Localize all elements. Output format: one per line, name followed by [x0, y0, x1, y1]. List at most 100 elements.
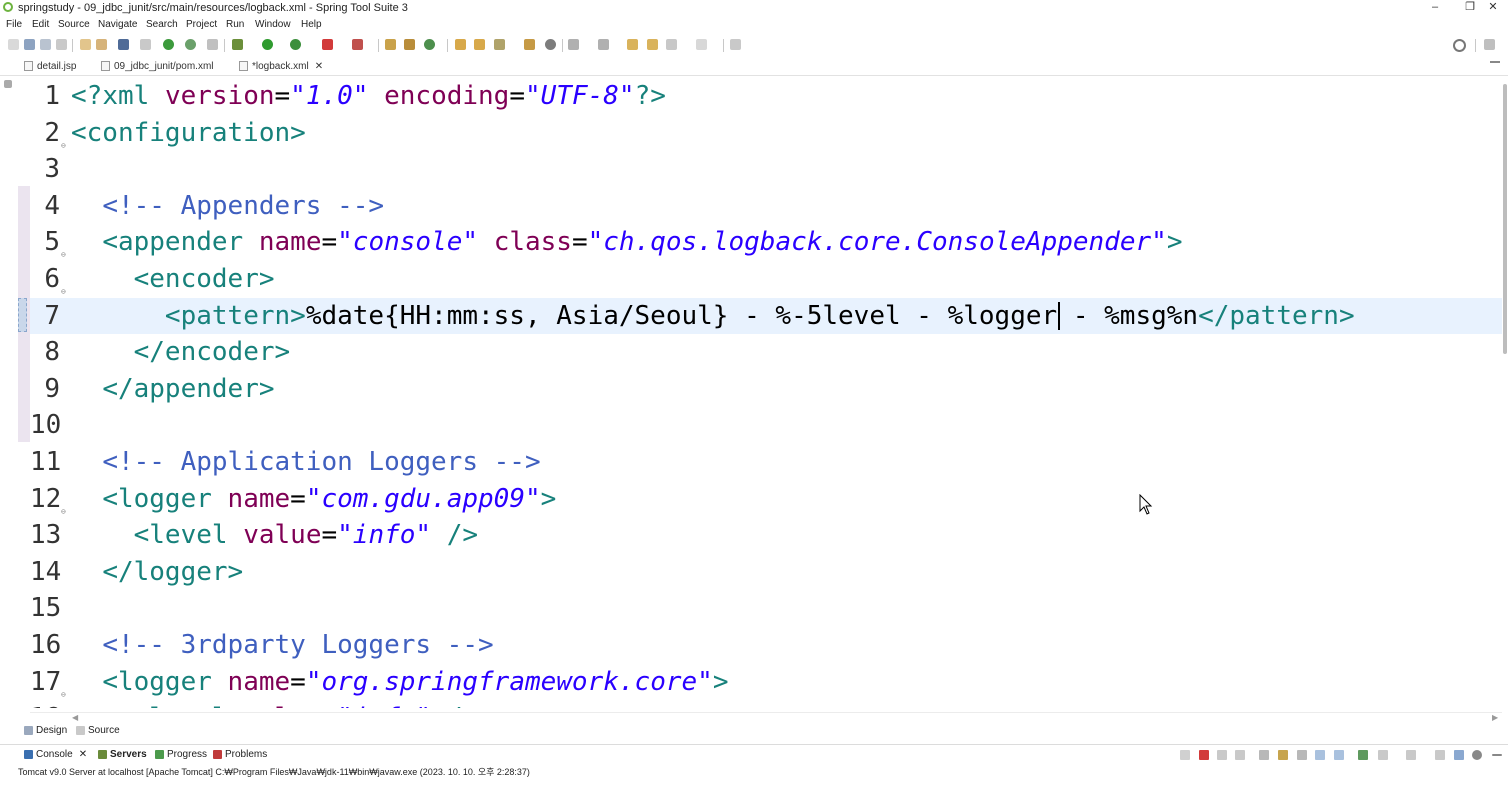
- toolbar-separator: [72, 39, 73, 52]
- scroll-right-icon[interactable]: ▶: [1492, 713, 1498, 722]
- scrollbar-thumb[interactable]: [1503, 84, 1507, 354]
- stop-icon[interactable]: [322, 39, 333, 50]
- tab-progress[interactable]: Progress: [155, 749, 207, 760]
- tab-problems[interactable]: Problems: [213, 749, 267, 760]
- menu-window[interactable]: Window: [255, 19, 291, 30]
- forward-edit-icon[interactable]: [647, 39, 658, 50]
- open-type-icon[interactable]: [80, 39, 91, 50]
- save-all-icon[interactable]: [40, 39, 51, 50]
- close-window-button[interactable]: ✕: [1478, 0, 1508, 17]
- code-line[interactable]: 15: [30, 590, 1502, 626]
- menu-source[interactable]: Source: [58, 19, 90, 30]
- menu-project[interactable]: Project: [186, 19, 217, 30]
- open-file-icon[interactable]: [474, 39, 485, 50]
- coverage-icon[interactable]: [290, 39, 301, 50]
- run-icon[interactable]: [262, 39, 273, 50]
- debug-icon[interactable]: [232, 39, 243, 50]
- save-icon[interactable]: [24, 39, 35, 50]
- package-explorer-icon[interactable]: [4, 80, 12, 88]
- last-edit-icon[interactable]: [627, 39, 638, 50]
- display-console-icon[interactable]: [1378, 750, 1388, 760]
- external-tools-icon[interactable]: [352, 39, 363, 50]
- tab-logback-xml[interactable]: *logback.xml ✕: [239, 58, 324, 75]
- toolbar-separator: [378, 39, 379, 52]
- tab-pom-xml[interactable]: 09_jdbc_junit/pom.xml: [101, 58, 214, 75]
- back-icon[interactable]: [666, 39, 677, 50]
- code-line[interactable]: 17 ⊖ <logger name="org.springframework.co…: [30, 664, 1502, 700]
- open-console-icon[interactable]: [1406, 750, 1416, 760]
- tab-servers[interactable]: Servers: [98, 749, 147, 760]
- link-icon[interactable]: [207, 39, 218, 50]
- remove-all-icon[interactable]: [1235, 750, 1245, 760]
- minimize-button[interactable]: –: [1418, 0, 1452, 17]
- open-folder-icon[interactable]: [455, 39, 466, 50]
- tab-source[interactable]: Source: [76, 725, 120, 736]
- code-line[interactable]: 1 <?xml version="1.0" encoding="UTF-8"?>: [30, 78, 1502, 114]
- next-annotation-icon[interactable]: [568, 39, 579, 50]
- code-line[interactable]: 11 <!-- Application Loggers -->: [30, 444, 1502, 480]
- view-menu-icon[interactable]: [1435, 750, 1445, 760]
- code-line[interactable]: 7 <pattern>%date{HH:mm:ss, Asia/Seoul} -…: [30, 297, 1502, 334]
- minimize-editor-icon[interactable]: [1490, 61, 1500, 63]
- gear-icon[interactable]: [1472, 750, 1482, 760]
- terminate-icon[interactable]: [1199, 750, 1209, 760]
- code-line[interactable]: 18 <level value="info" />: [30, 700, 1502, 708]
- code-line[interactable]: 5 ⊖ <appender name="console" class="ch.qo…: [30, 224, 1502, 260]
- pin-editor-icon[interactable]: [730, 39, 741, 50]
- show-stdout-icon[interactable]: [1315, 750, 1325, 760]
- tab-detail-jsp[interactable]: detail.jsp: [24, 58, 76, 75]
- vertical-scrollbar[interactable]: [1502, 76, 1508, 716]
- spring-boot-icon[interactable]: [163, 39, 174, 50]
- menu-file[interactable]: File: [6, 19, 22, 30]
- pin-console-icon[interactable]: [1358, 750, 1368, 760]
- previous-annotation-icon[interactable]: [598, 39, 609, 50]
- scroll-left-icon[interactable]: ◀: [72, 713, 78, 722]
- code-line[interactable]: 6 ⊖ <encoder>: [30, 261, 1502, 297]
- clear-console-icon[interactable]: [1259, 750, 1269, 760]
- globe-icon[interactable]: [545, 39, 556, 50]
- refresh-icon[interactable]: [185, 39, 196, 50]
- menu-help[interactable]: Help: [301, 19, 322, 30]
- minimize-view-icon[interactable]: [1492, 754, 1502, 756]
- code-line[interactable]: 4 <!-- Appenders -->: [30, 188, 1502, 224]
- code-line[interactable]: 14 </logger>: [30, 554, 1502, 590]
- code-line[interactable]: 9 </appender>: [30, 371, 1502, 407]
- close-tab-icon[interactable]: ✕: [315, 61, 323, 72]
- new-java-project-icon[interactable]: [385, 39, 396, 50]
- code-line[interactable]: 13 <level value="info" />: [30, 517, 1502, 553]
- horizontal-scrollbar[interactable]: ◀ ▶: [30, 712, 1502, 723]
- pen-icon[interactable]: [494, 39, 505, 50]
- close-tab-icon[interactable]: ✕: [79, 749, 87, 760]
- print-icon[interactable]: [56, 39, 67, 50]
- link-with-icon[interactable]: [1454, 750, 1464, 760]
- task-list-icon[interactable]: [524, 39, 535, 50]
- word-wrap-icon[interactable]: [1297, 750, 1307, 760]
- new-icon[interactable]: [8, 39, 19, 50]
- skip-breakpoints-icon[interactable]: [140, 39, 151, 50]
- search-icon[interactable]: [1453, 39, 1466, 52]
- menu-run[interactable]: Run: [226, 19, 244, 30]
- menu-edit[interactable]: Edit: [32, 19, 49, 30]
- menu-search[interactable]: Search: [146, 19, 178, 30]
- scroll-lock-icon[interactable]: [1278, 750, 1288, 760]
- menu-navigate[interactable]: Navigate: [98, 19, 137, 30]
- open-task-icon[interactable]: [96, 39, 107, 50]
- terminal-icon[interactable]: [118, 39, 129, 50]
- code-line[interactable]: 12 ⊖ <logger name="com.gdu.app09">: [30, 481, 1502, 517]
- new-class-icon[interactable]: [424, 39, 435, 50]
- code-token: "ch.qos.logback.core.ConsoleAppender": [587, 227, 1167, 258]
- code-line[interactable]: 16 <!-- 3rdparty Loggers -->: [30, 627, 1502, 663]
- tab-design[interactable]: Design: [24, 725, 67, 736]
- new-package-icon[interactable]: [404, 39, 415, 50]
- forward-icon[interactable]: [696, 39, 707, 50]
- tab-console[interactable]: Console ✕: [24, 749, 87, 760]
- show-stderr-icon[interactable]: [1334, 750, 1344, 760]
- code-line[interactable]: 8 </encoder>: [30, 334, 1502, 370]
- code-line[interactable]: 2 ⊖ <configuration>: [30, 115, 1502, 151]
- code-line[interactable]: 3: [30, 151, 1502, 187]
- remove-launch-icon[interactable]: [1217, 750, 1227, 760]
- disconnect-icon[interactable]: [1180, 750, 1190, 760]
- open-perspective-icon[interactable]: [1484, 39, 1495, 50]
- code-line[interactable]: 10: [30, 407, 1502, 443]
- xml-source-editor[interactable]: 1 <?xml version="1.0" encoding="UTF-8"?> 2…: [30, 76, 1502, 708]
